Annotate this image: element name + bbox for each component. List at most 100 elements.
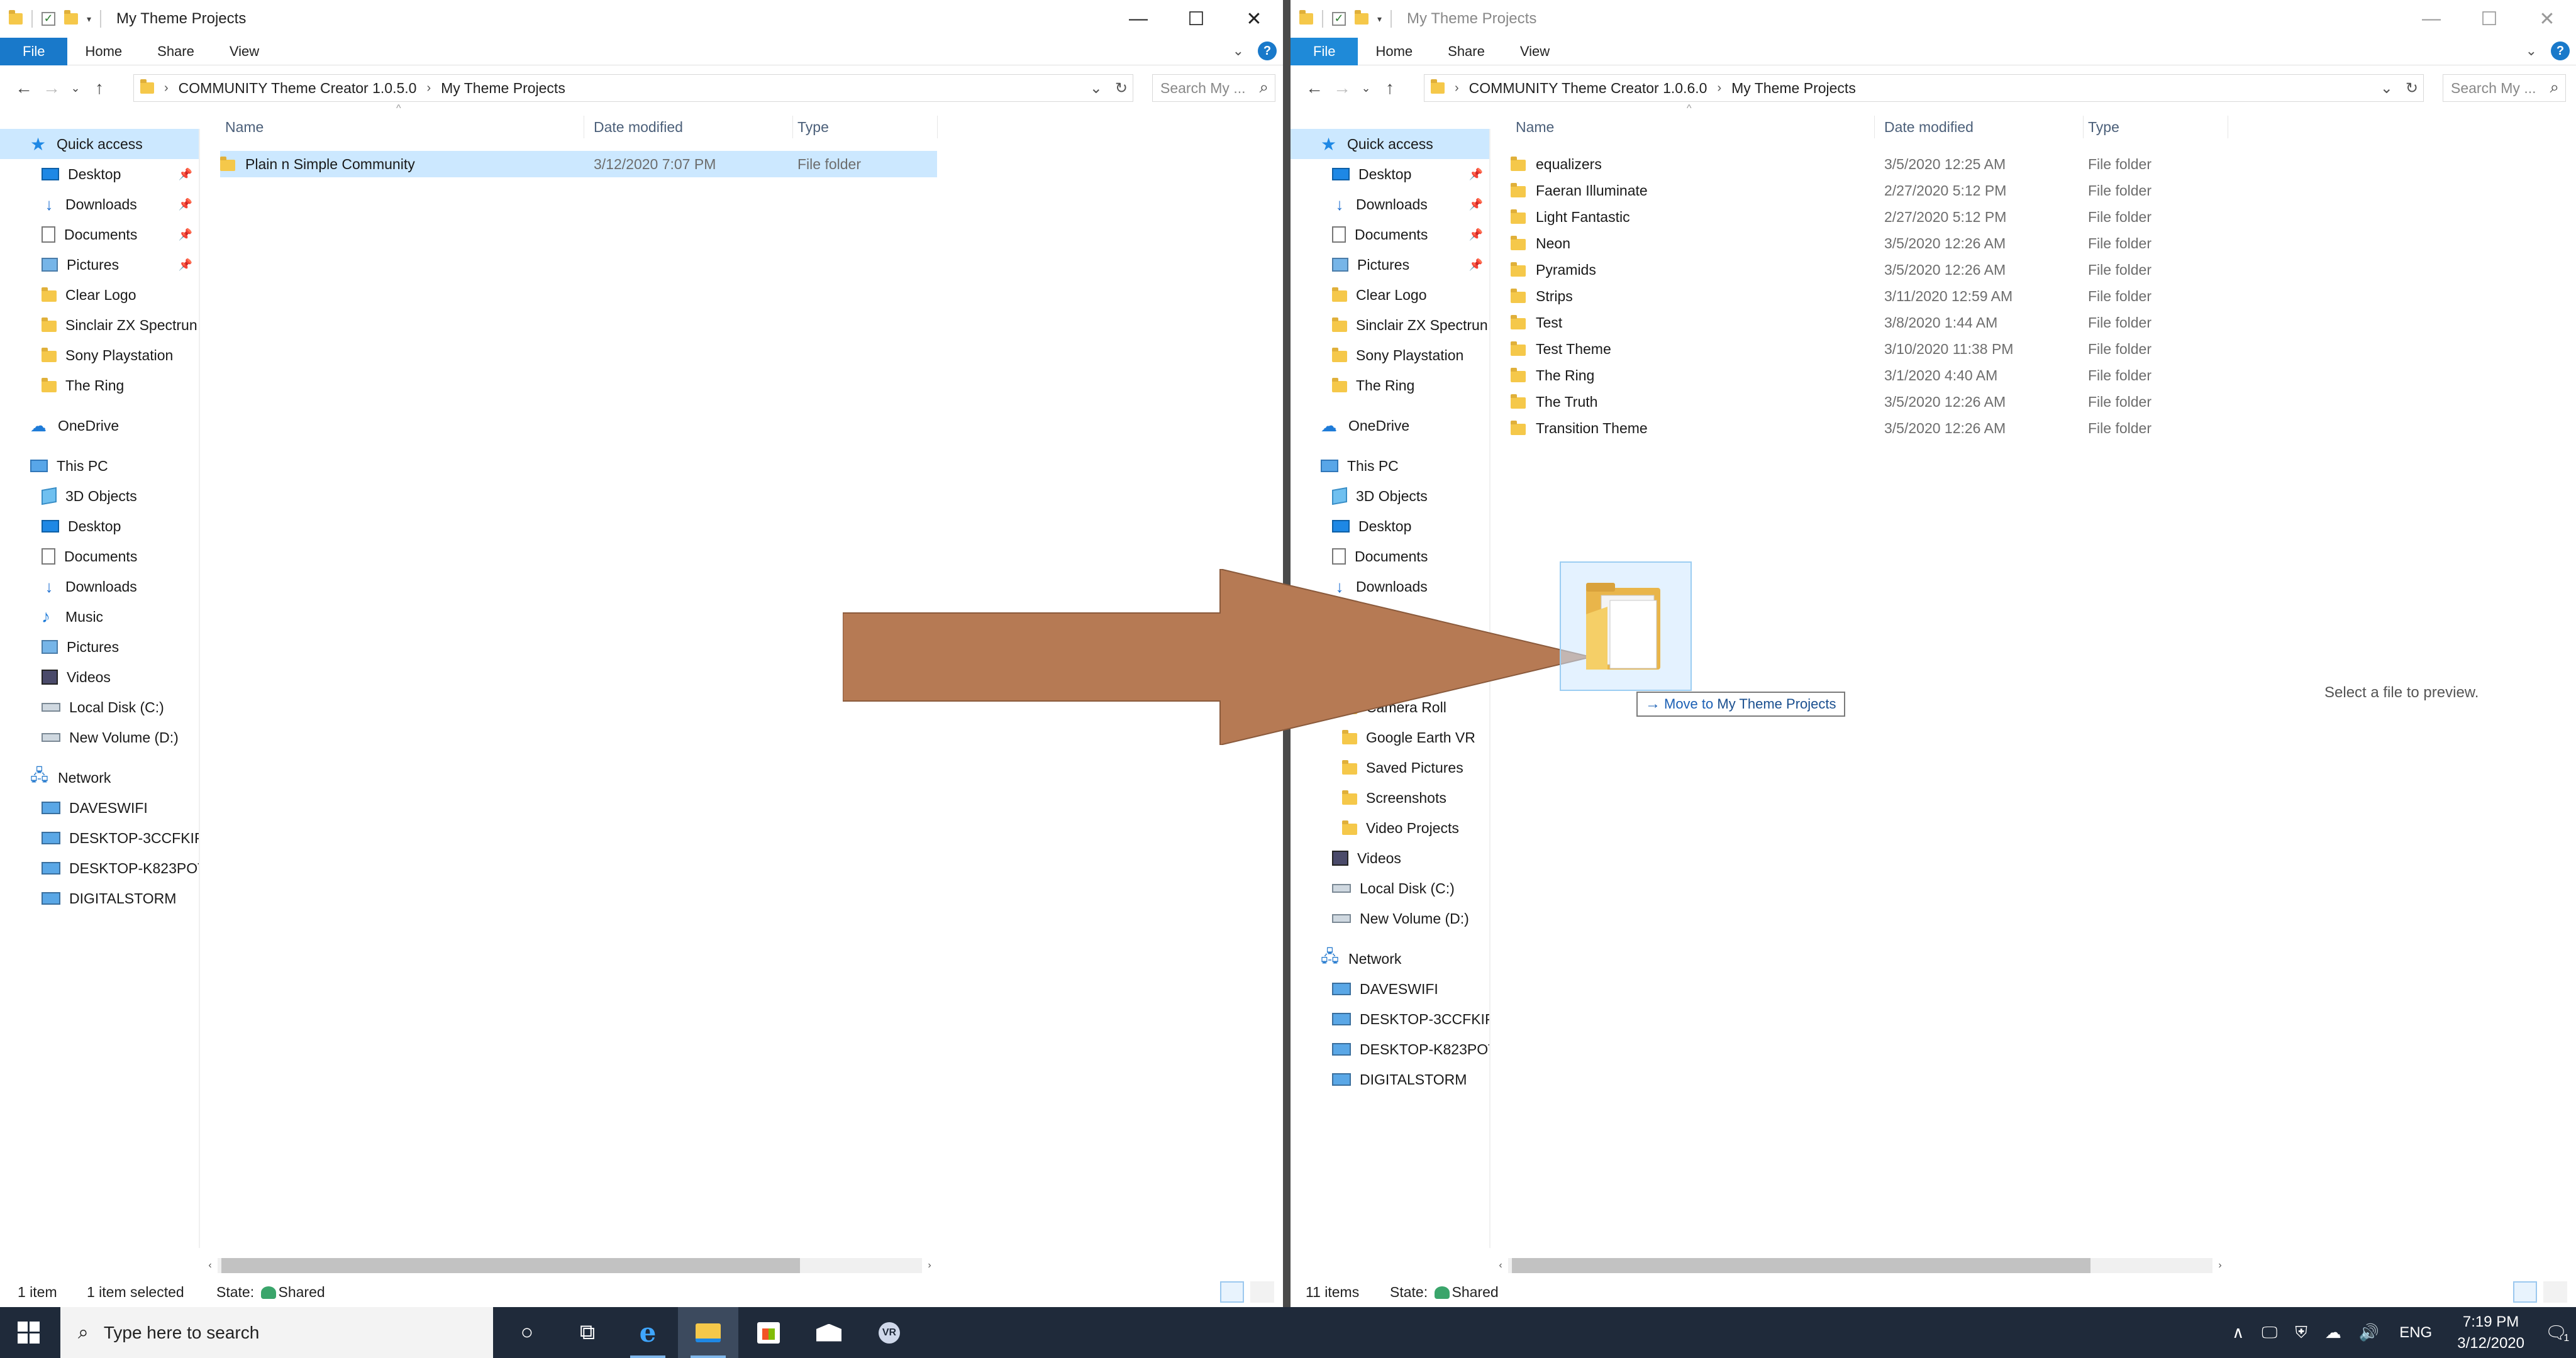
pin-icon[interactable]: 📌	[1469, 198, 1483, 211]
tab-home[interactable]: Home	[67, 38, 140, 65]
pin-icon[interactable]: 📌	[1469, 168, 1483, 181]
minimize-button[interactable]: —	[2402, 0, 2460, 38]
recent-locations-icon[interactable]: ⌄	[65, 82, 86, 95]
nav-item[interactable]: ↓ Downloads 📌	[1291, 189, 1489, 219]
maximize-button[interactable]: ☐	[1167, 0, 1225, 38]
breadcrumb-item[interactable]: My Theme Projects	[1731, 80, 1856, 97]
back-icon[interactable]: ←	[1301, 78, 1328, 98]
input-language[interactable]: ENG	[2399, 1324, 2432, 1342]
table-row[interactable]: Transition Theme 3/5/2020 12:26 AM File fo…	[1511, 415, 2228, 441]
refresh-icon[interactable]: ↻	[2406, 79, 2418, 97]
nav-item[interactable]: DAVESWIFI	[1291, 974, 1489, 1004]
nav-this-pc[interactable]: This PC	[0, 451, 199, 481]
nav-item[interactable]: DESKTOP-K823POT	[1291, 1034, 1489, 1064]
nav-item[interactable]: New Volume (D:)	[0, 722, 199, 753]
nav-item[interactable]: The Ring	[1291, 370, 1489, 400]
column-type[interactable]: Type	[797, 108, 829, 146]
close-button[interactable]: ✕	[2518, 0, 2576, 38]
nav-item[interactable]: New Volume (D:)	[1291, 903, 1489, 934]
back-icon[interactable]: ←	[10, 78, 38, 98]
column-date-modified[interactable]: Date modified	[594, 108, 683, 146]
vr-app-taskbar-button[interactable]: VR	[859, 1307, 919, 1358]
nav-item[interactable]: Screenshots	[1291, 783, 1489, 813]
search-icon[interactable]: ⌕	[2550, 77, 2559, 97]
details-view-button[interactable]	[1220, 1281, 1244, 1303]
chevron-down-icon[interactable]: ⌄	[2380, 79, 2393, 97]
clock[interactable]: 7:19 PM 3/12/2020	[2457, 1311, 2524, 1354]
nav-item[interactable]: 3D Objects	[1291, 481, 1489, 511]
chevron-down-icon[interactable]: ⌄	[1090, 79, 1102, 97]
help-icon[interactable]: ?	[1258, 41, 1277, 60]
nav-item[interactable]: Documents 📌	[1291, 219, 1489, 250]
customize-toolbar-icon[interactable]: ▾	[87, 14, 91, 25]
new-folder-icon[interactable]	[1355, 10, 1368, 25]
pane-divider[interactable]	[199, 129, 200, 1248]
mail-taskbar-button[interactable]	[799, 1307, 859, 1358]
recent-locations-icon[interactable]: ⌄	[1356, 82, 1376, 95]
nav-item[interactable]: Sony Playstation	[1291, 340, 1489, 370]
nav-item[interactable]: DESKTOP-3CCFKIP	[1291, 1004, 1489, 1034]
table-row[interactable]: Strips 3/11/2020 12:59 AM File folder	[1511, 283, 2228, 309]
close-button[interactable]: ✕	[1225, 0, 1283, 38]
tab-file[interactable]: File	[1291, 37, 1358, 65]
nav-item[interactable]: Desktop 📌	[1291, 159, 1489, 189]
column-name[interactable]: Name	[1504, 108, 1554, 146]
column-divider[interactable]	[792, 116, 793, 138]
horizontal-scrollbar[interactable]: ‹ ›	[1493, 1256, 2228, 1275]
nav-item[interactable]: Clear Logo	[0, 280, 199, 310]
nav-item[interactable]: DESKTOP-3CCFKIP	[0, 823, 199, 853]
search-input[interactable]: Search My ... ⌕	[1152, 74, 1275, 102]
maximize-button[interactable]: ☐	[2460, 0, 2518, 38]
nav-this-pc[interactable]: This PC	[1291, 451, 1489, 481]
scroll-left-icon[interactable]: ‹	[1493, 1260, 1508, 1271]
pin-icon[interactable]: 📌	[179, 198, 192, 211]
up-icon[interactable]: ↑	[1376, 78, 1404, 98]
nav-item[interactable]: Local Disk (C:)	[0, 692, 199, 722]
large-icons-view-button[interactable]	[1250, 1281, 1274, 1303]
nav-item[interactable]: DESKTOP-K823POT	[0, 853, 199, 883]
tab-view[interactable]: View	[212, 38, 277, 65]
address-bar[interactable]: › COMMUNITY Theme Creator 1.0.6.0 › My T…	[1424, 74, 2424, 102]
nav-item[interactable]: Saved Pictures	[1291, 753, 1489, 783]
nav-item[interactable]: Videos	[1291, 843, 1489, 873]
horizontal-scrollbar[interactable]: ‹ ›	[203, 1256, 937, 1275]
onedrive-tray-icon[interactable]: ☁	[2325, 1323, 2341, 1342]
refresh-icon[interactable]: ↻	[1115, 79, 1128, 97]
network-tray-icon[interactable]: 🖵	[2262, 1323, 2277, 1343]
nav-network[interactable]: 🖧 Network	[0, 763, 199, 793]
scroll-left-icon[interactable]: ‹	[203, 1260, 218, 1271]
column-divider[interactable]	[2083, 116, 2084, 138]
taskbar-search-box[interactable]: ⌕ Type here to search	[60, 1307, 493, 1358]
security-tray-icon[interactable]: ⛨	[2295, 1323, 2307, 1343]
pin-icon[interactable]: 📌	[1469, 258, 1483, 272]
column-divider[interactable]	[937, 116, 938, 138]
search-icon[interactable]: ⌕	[1259, 77, 1269, 97]
nav-item[interactable]: Local Disk (C:)	[1291, 873, 1489, 903]
scroll-right-icon[interactable]: ›	[922, 1260, 937, 1271]
pin-icon[interactable]: 📌	[1469, 228, 1483, 241]
table-row[interactable]: Faeran Illuminate 2/27/2020 5:12 PM File f…	[1511, 177, 2228, 204]
nav-item[interactable]: The Ring	[0, 370, 199, 400]
nav-item[interactable]: Desktop	[0, 511, 199, 541]
nav-onedrive[interactable]: ☁ OneDrive	[1291, 411, 1489, 441]
table-row[interactable]: The Truth 3/5/2020 12:26 AM File folder	[1511, 389, 2228, 415]
breadcrumb-item[interactable]: My Theme Projects	[441, 80, 565, 97]
show-hidden-icons-icon[interactable]: ∧	[2232, 1323, 2244, 1342]
details-view-button[interactable]	[2513, 1281, 2537, 1303]
nav-item[interactable]: Pictures 📌	[1291, 250, 1489, 280]
scrollbar-thumb[interactable]	[221, 1258, 800, 1273]
forward-icon[interactable]: →	[1328, 78, 1356, 98]
nav-item[interactable]: Documents	[0, 541, 199, 571]
table-row[interactable]: The Ring 3/1/2020 4:40 AM File folder	[1511, 362, 2228, 389]
forward-icon[interactable]: →	[38, 78, 65, 98]
nav-item[interactable]: 3D Objects	[0, 481, 199, 511]
nav-item[interactable]: Documents 📌	[0, 219, 199, 250]
nav-quick-access[interactable]: ★ Quick access	[1291, 129, 1489, 159]
tab-view[interactable]: View	[1502, 38, 1567, 65]
table-row[interactable]: Plain n Simple Community 3/12/2020 7:07 …	[220, 151, 937, 177]
nav-item[interactable]: Documents	[1291, 541, 1489, 571]
volume-icon[interactable]: 🔊	[2359, 1323, 2379, 1342]
nav-item[interactable]: Pictures	[0, 632, 199, 662]
properties-icon[interactable]: ✓	[1332, 12, 1346, 26]
up-icon[interactable]: ↑	[86, 78, 113, 98]
